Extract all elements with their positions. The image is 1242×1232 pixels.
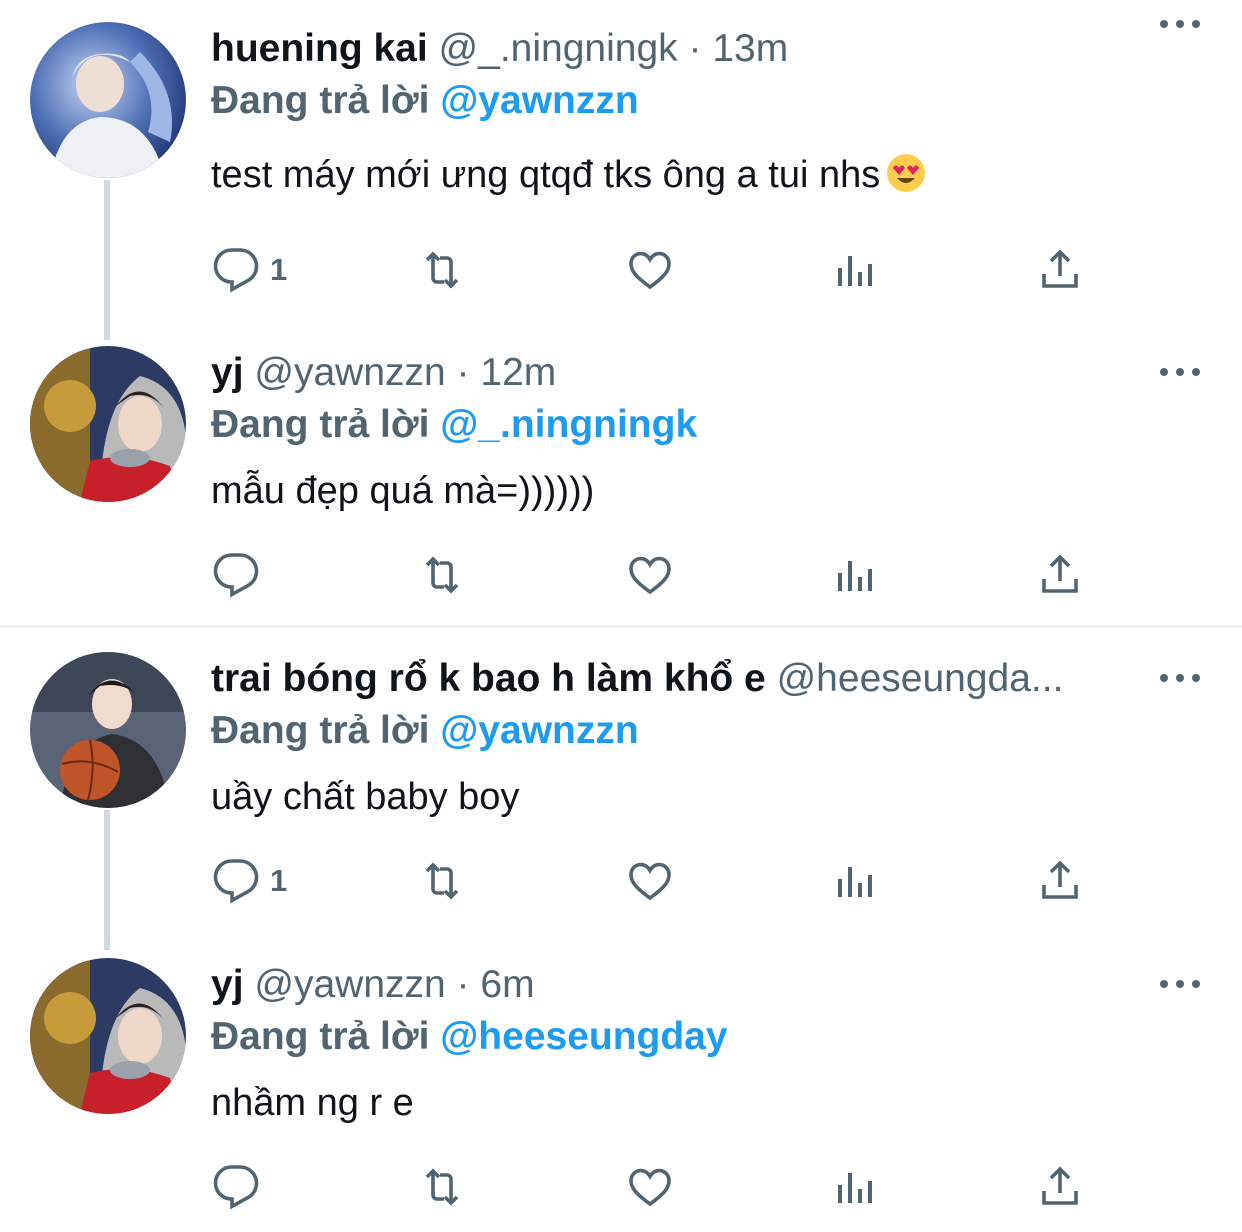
more-icon[interactable] bbox=[1158, 356, 1202, 386]
share-icon bbox=[1042, 860, 1078, 899]
reply-button[interactable] bbox=[212, 545, 270, 605]
avatar[interactable] bbox=[30, 652, 186, 808]
tweet-text: test máy mới ưng qtqđ tks ông a tui nhs bbox=[211, 150, 926, 200]
reply-context: Đang trả lời @yawnzzn bbox=[211, 706, 639, 756]
reply-prefix: Đang trả lời bbox=[211, 79, 430, 122]
meta-separator: · bbox=[456, 963, 470, 1006]
share-button[interactable] bbox=[1036, 545, 1084, 605]
reply-to-handle[interactable]: @heeseungday bbox=[440, 1015, 727, 1058]
author-handle[interactable]: @yawnzzn bbox=[254, 351, 445, 394]
retweet-button[interactable] bbox=[418, 240, 466, 300]
retweet-icon bbox=[425, 251, 459, 289]
reply-context: Đang trả lời @yawnzzn bbox=[211, 76, 639, 126]
tweet-text-content: test máy mới ưng qtqđ tks ông a tui nhs bbox=[211, 154, 881, 196]
author-handle[interactable]: @heeseungda... bbox=[777, 657, 1064, 700]
views-button[interactable] bbox=[832, 240, 880, 300]
timestamp[interactable]: 13m bbox=[712, 27, 788, 70]
share-button[interactable] bbox=[1036, 1157, 1084, 1217]
reply-prefix: Đang trả lời bbox=[211, 403, 430, 446]
like-button[interactable] bbox=[626, 1157, 674, 1217]
analytics-icon bbox=[838, 1173, 872, 1203]
reply-context: Đang trả lời @_.ningningk bbox=[211, 400, 697, 450]
meta-separator: · bbox=[688, 27, 702, 70]
author-name[interactable]: yj bbox=[211, 963, 244, 1006]
views-button[interactable] bbox=[832, 851, 880, 911]
reply-button[interactable]: 1 bbox=[212, 240, 287, 300]
heart-icon bbox=[629, 556, 671, 595]
reply-to-handle[interactable]: @yawnzzn bbox=[440, 709, 638, 752]
retweet-button[interactable] bbox=[418, 851, 466, 911]
share-icon bbox=[1042, 249, 1078, 288]
like-button[interactable] bbox=[626, 851, 674, 911]
reply-icon bbox=[213, 248, 259, 293]
retweet-icon bbox=[425, 556, 459, 594]
retweet-icon bbox=[425, 1168, 459, 1206]
reply-button[interactable]: 1 bbox=[212, 851, 287, 911]
reply-prefix: Đang trả lời bbox=[211, 709, 430, 752]
more-icon[interactable] bbox=[1158, 8, 1202, 38]
avatar[interactable] bbox=[30, 22, 186, 178]
heart-icon bbox=[629, 1168, 671, 1207]
author-name[interactable]: trai bóng rổ k bao h làm khổ e bbox=[211, 657, 766, 700]
more-icon[interactable] bbox=[1158, 662, 1202, 692]
reply-icon bbox=[213, 859, 259, 904]
tweet-text: uầy chất baby boy bbox=[211, 776, 520, 818]
heart-icon bbox=[629, 862, 671, 901]
analytics-icon bbox=[838, 561, 872, 591]
timestamp[interactable]: 12m bbox=[480, 351, 556, 394]
share-icon bbox=[1042, 554, 1078, 593]
more-icon[interactable] bbox=[1158, 968, 1202, 998]
author-handle[interactable]: @yawnzzn bbox=[254, 963, 445, 1006]
reply-prefix: Đang trả lời bbox=[211, 1015, 430, 1058]
reply-button[interactable] bbox=[212, 1157, 270, 1217]
reply-count: 1 bbox=[270, 863, 288, 898]
share-button[interactable] bbox=[1036, 851, 1084, 911]
heart-icon bbox=[629, 251, 671, 290]
reply-context: Đang trả lời @heeseungday bbox=[211, 1012, 728, 1062]
views-button[interactable] bbox=[832, 545, 880, 605]
reply-icon bbox=[213, 1165, 259, 1210]
author-name[interactable]: huening kai bbox=[211, 27, 428, 70]
reply-to-handle[interactable]: @_.ningningk bbox=[440, 403, 697, 446]
timestamp[interactable]: 6m bbox=[480, 963, 534, 1006]
analytics-icon bbox=[838, 256, 872, 286]
like-button[interactable] bbox=[626, 545, 674, 605]
like-button[interactable] bbox=[626, 240, 674, 300]
reply-count: 1 bbox=[270, 252, 288, 287]
meta-separator: · bbox=[456, 351, 470, 394]
heart-eyes-emoji bbox=[887, 154, 926, 192]
conversation-divider bbox=[0, 625, 1242, 628]
author-handle[interactable]: @_.ningningk bbox=[439, 27, 678, 70]
share-button[interactable] bbox=[1036, 240, 1084, 300]
tweet-text: nhầm ng r e bbox=[211, 1082, 414, 1124]
reply-to-handle[interactable]: @yawnzzn bbox=[440, 79, 638, 122]
share-icon bbox=[1042, 1166, 1078, 1205]
retweet-button[interactable] bbox=[418, 545, 466, 605]
avatar[interactable] bbox=[30, 958, 186, 1114]
tweet-text: mẫu đẹp quá mà=)))))) bbox=[211, 470, 595, 512]
author-name[interactable]: yj bbox=[211, 351, 244, 394]
views-button[interactable] bbox=[832, 1157, 880, 1217]
analytics-icon bbox=[838, 867, 872, 897]
avatar[interactable] bbox=[30, 346, 186, 502]
retweet-button[interactable] bbox=[418, 1157, 466, 1217]
retweet-icon bbox=[425, 862, 459, 900]
reply-icon bbox=[213, 553, 259, 598]
